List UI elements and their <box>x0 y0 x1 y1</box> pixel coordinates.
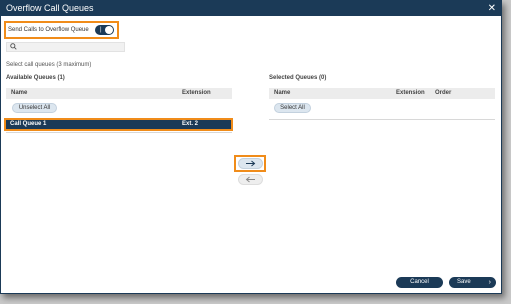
move-right-highlight <box>234 155 266 172</box>
queue-name: Call Queue 1 <box>10 121 47 127</box>
available-table-header: Name Extension <box>6 88 232 99</box>
available-col-extension: Extension <box>182 90 211 96</box>
unselect-all-button[interactable]: Unselect All <box>12 103 57 113</box>
selected-col-order: Order <box>435 90 452 96</box>
arrow-left-icon <box>245 176 255 183</box>
available-table-bottom-rule <box>6 132 232 133</box>
selected-col-extension: Extension <box>396 90 425 96</box>
selected-queues-title: Selected Queues (0) <box>269 75 327 81</box>
queue-extension: Ext. 2 <box>182 121 199 127</box>
close-icon[interactable]: ✕ <box>488 1 496 16</box>
search-input[interactable] <box>19 43 123 51</box>
select-all-button[interactable]: Select All <box>274 103 311 113</box>
toggle-check-icon: | <box>100 27 102 33</box>
overflow-toggle-row: Send Calls to Overflow Queue | <box>4 21 119 39</box>
move-right-button[interactable] <box>237 158 263 169</box>
selected-table-header: Name Extension Order <box>269 88 495 99</box>
queue-search <box>6 42 125 52</box>
arrow-right-icon <box>245 160 255 167</box>
selected-table-bottom-rule <box>269 119 495 120</box>
chevron-right-icon: › <box>488 279 491 286</box>
cancel-button[interactable]: Cancel <box>396 277 443 288</box>
available-col-name: Name <box>11 90 28 96</box>
move-left-button[interactable] <box>238 174 263 185</box>
available-queues-title: Available Queues (1) <box>6 75 65 81</box>
toggle-knob <box>105 26 113 34</box>
table-row[interactable]: Call Queue 1 Ext. 2 <box>4 118 233 131</box>
overflow-call-queues-dialog: Overflow Call Queues ✕ Send Calls to Ove… <box>0 0 502 294</box>
dialog-title: Overflow Call Queues <box>6 3 94 13</box>
select-hint: Select call queues (3 maximum) <box>6 62 92 68</box>
overflow-toggle-label: Send Calls to Overflow Queue <box>8 27 89 33</box>
dialog-titlebar: Overflow Call Queues ✕ <box>1 1 501 16</box>
overflow-toggle[interactable]: | <box>95 25 114 35</box>
search-icon <box>10 43 17 53</box>
save-label: Save <box>457 279 471 285</box>
selected-col-name: Name <box>274 90 291 96</box>
save-button[interactable]: Save › <box>449 277 496 288</box>
